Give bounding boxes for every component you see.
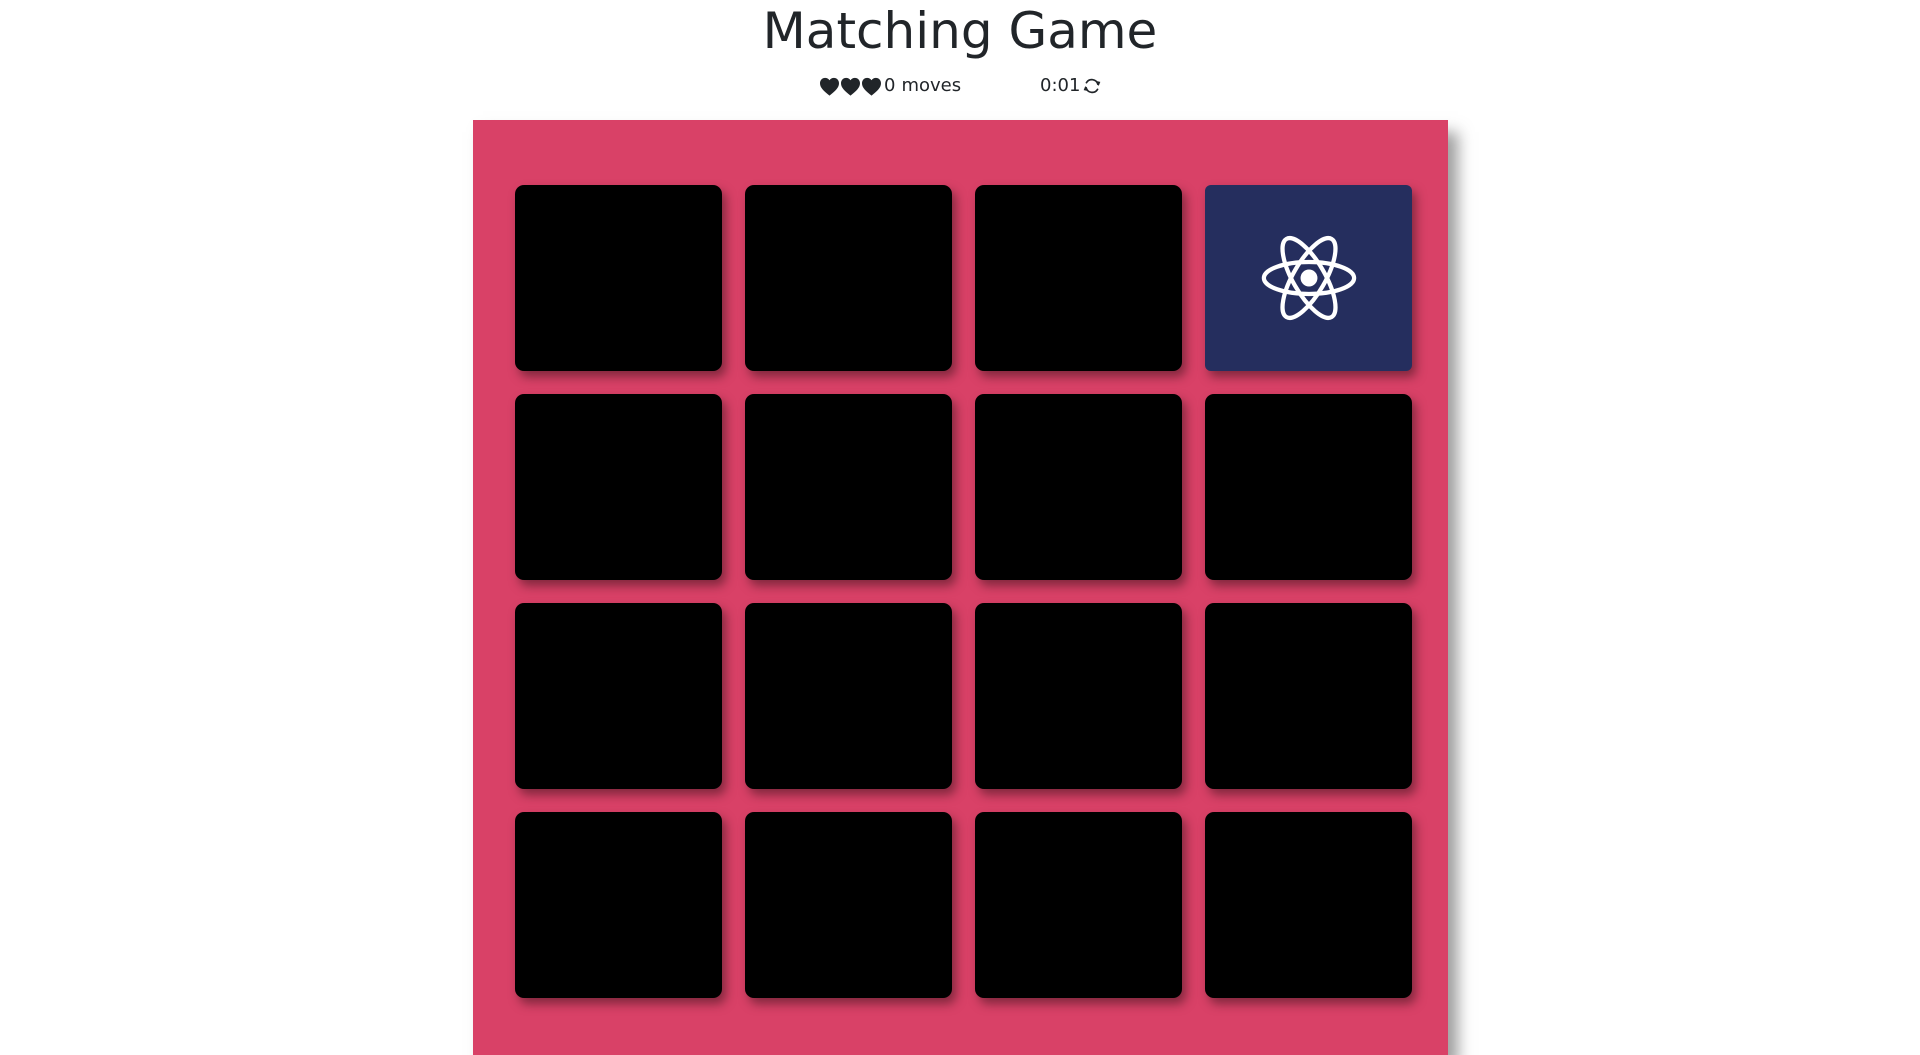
card[interactable] <box>515 603 722 789</box>
card[interactable] <box>1205 603 1412 789</box>
card[interactable] <box>745 394 952 580</box>
game-timer: 0:01 <box>1040 75 1081 96</box>
moves-label: moves <box>901 75 962 96</box>
card[interactable] <box>1205 394 1412 580</box>
heart-icon <box>862 77 881 96</box>
card[interactable] <box>515 812 722 998</box>
card[interactable] <box>745 185 952 371</box>
moves-counter: 0 moves <box>884 72 961 100</box>
game-board <box>473 120 1448 1055</box>
score-panel: 0 moves 0:01 <box>0 72 1920 100</box>
card[interactable] <box>975 394 1182 580</box>
card[interactable] <box>975 603 1182 789</box>
card[interactable] <box>515 185 722 371</box>
card[interactable] <box>1205 812 1412 998</box>
card[interactable] <box>745 812 952 998</box>
moves-count: 0 <box>884 75 896 96</box>
star-rating <box>819 72 882 100</box>
refresh-icon[interactable] <box>1082 76 1102 96</box>
heart-icon <box>820 77 839 96</box>
card[interactable] <box>515 394 722 580</box>
matching-game-page: Matching Game 0 moves 0:01 <box>0 0 1920 1055</box>
game-title: Matching Game <box>762 2 1158 60</box>
open-card[interactable] <box>1205 185 1412 371</box>
card[interactable] <box>745 603 952 789</box>
card[interactable] <box>975 185 1182 371</box>
heart-icon <box>841 77 860 96</box>
react-atom-icon <box>1261 236 1356 320</box>
card[interactable] <box>975 812 1182 998</box>
